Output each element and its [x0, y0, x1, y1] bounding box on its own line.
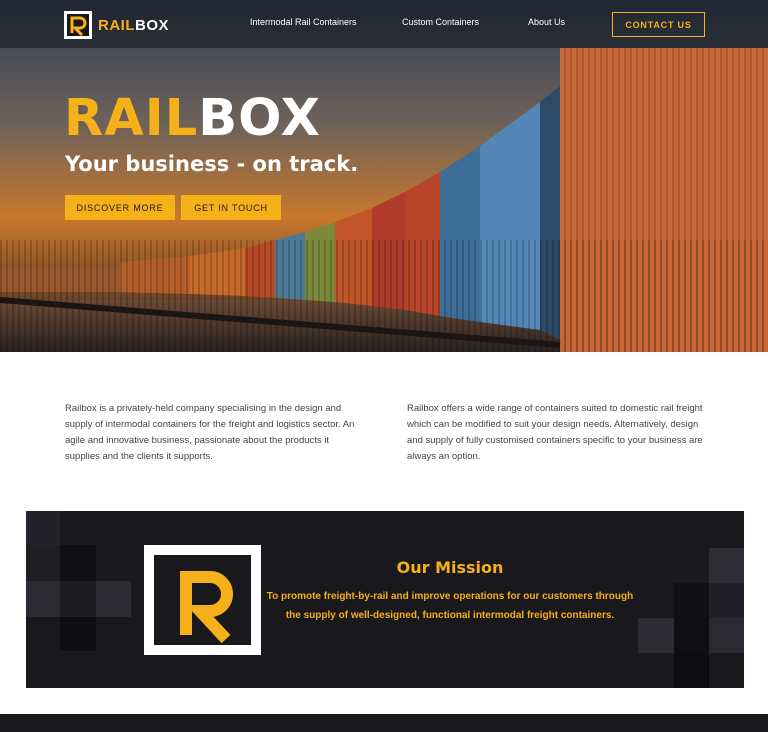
train-background-image — [0, 0, 768, 352]
decor-square — [709, 583, 744, 618]
decor-square — [674, 583, 709, 618]
hero-subtitle: Your business - on track. — [65, 152, 359, 176]
decor-square — [26, 511, 60, 545]
mission-title: Our Mission — [396, 558, 504, 577]
decor-square — [638, 618, 674, 653]
mission-section: Our Mission To promote freight-by-rail a… — [26, 511, 744, 688]
hero-title: RAILBOX — [64, 89, 321, 148]
decor-square — [674, 653, 709, 688]
logo-mark-icon — [64, 11, 92, 39]
intro-paragraph-left: Railbox is a privately-held company spec… — [65, 403, 355, 462]
intro-paragraph-right: Railbox offers a wide range of container… — [407, 403, 703, 462]
decor-square — [60, 581, 96, 617]
get-in-touch-button[interactable]: GET IN TOUCH — [181, 195, 281, 220]
hero-section — [0, 0, 768, 352]
decor-square — [60, 617, 96, 651]
footer-strip — [0, 714, 768, 732]
contact-us-button[interactable]: CONTACT US — [612, 12, 705, 37]
decor-square — [674, 618, 709, 653]
logo-wordmark: RAILBOX — [98, 16, 170, 34]
mission-text: To promote freight-by-rail and improve o… — [266, 591, 634, 621]
nav-link-custom-containers[interactable]: Custom Containers — [402, 17, 479, 27]
nav-link-about-us[interactable]: About Us — [528, 17, 565, 27]
nav-link-intermodal-rail-containers[interactable]: Intermodal Rail Containers — [250, 17, 357, 27]
decor-square — [709, 618, 744, 653]
decor-square — [96, 581, 131, 617]
top-nav: RAILBOX Intermodal Rail Containers Custo… — [0, 0, 768, 48]
decor-square — [26, 581, 60, 617]
discover-more-button[interactable]: DISCOVER MORE — [65, 195, 175, 220]
site-logo[interactable]: RAILBOX — [64, 11, 169, 39]
